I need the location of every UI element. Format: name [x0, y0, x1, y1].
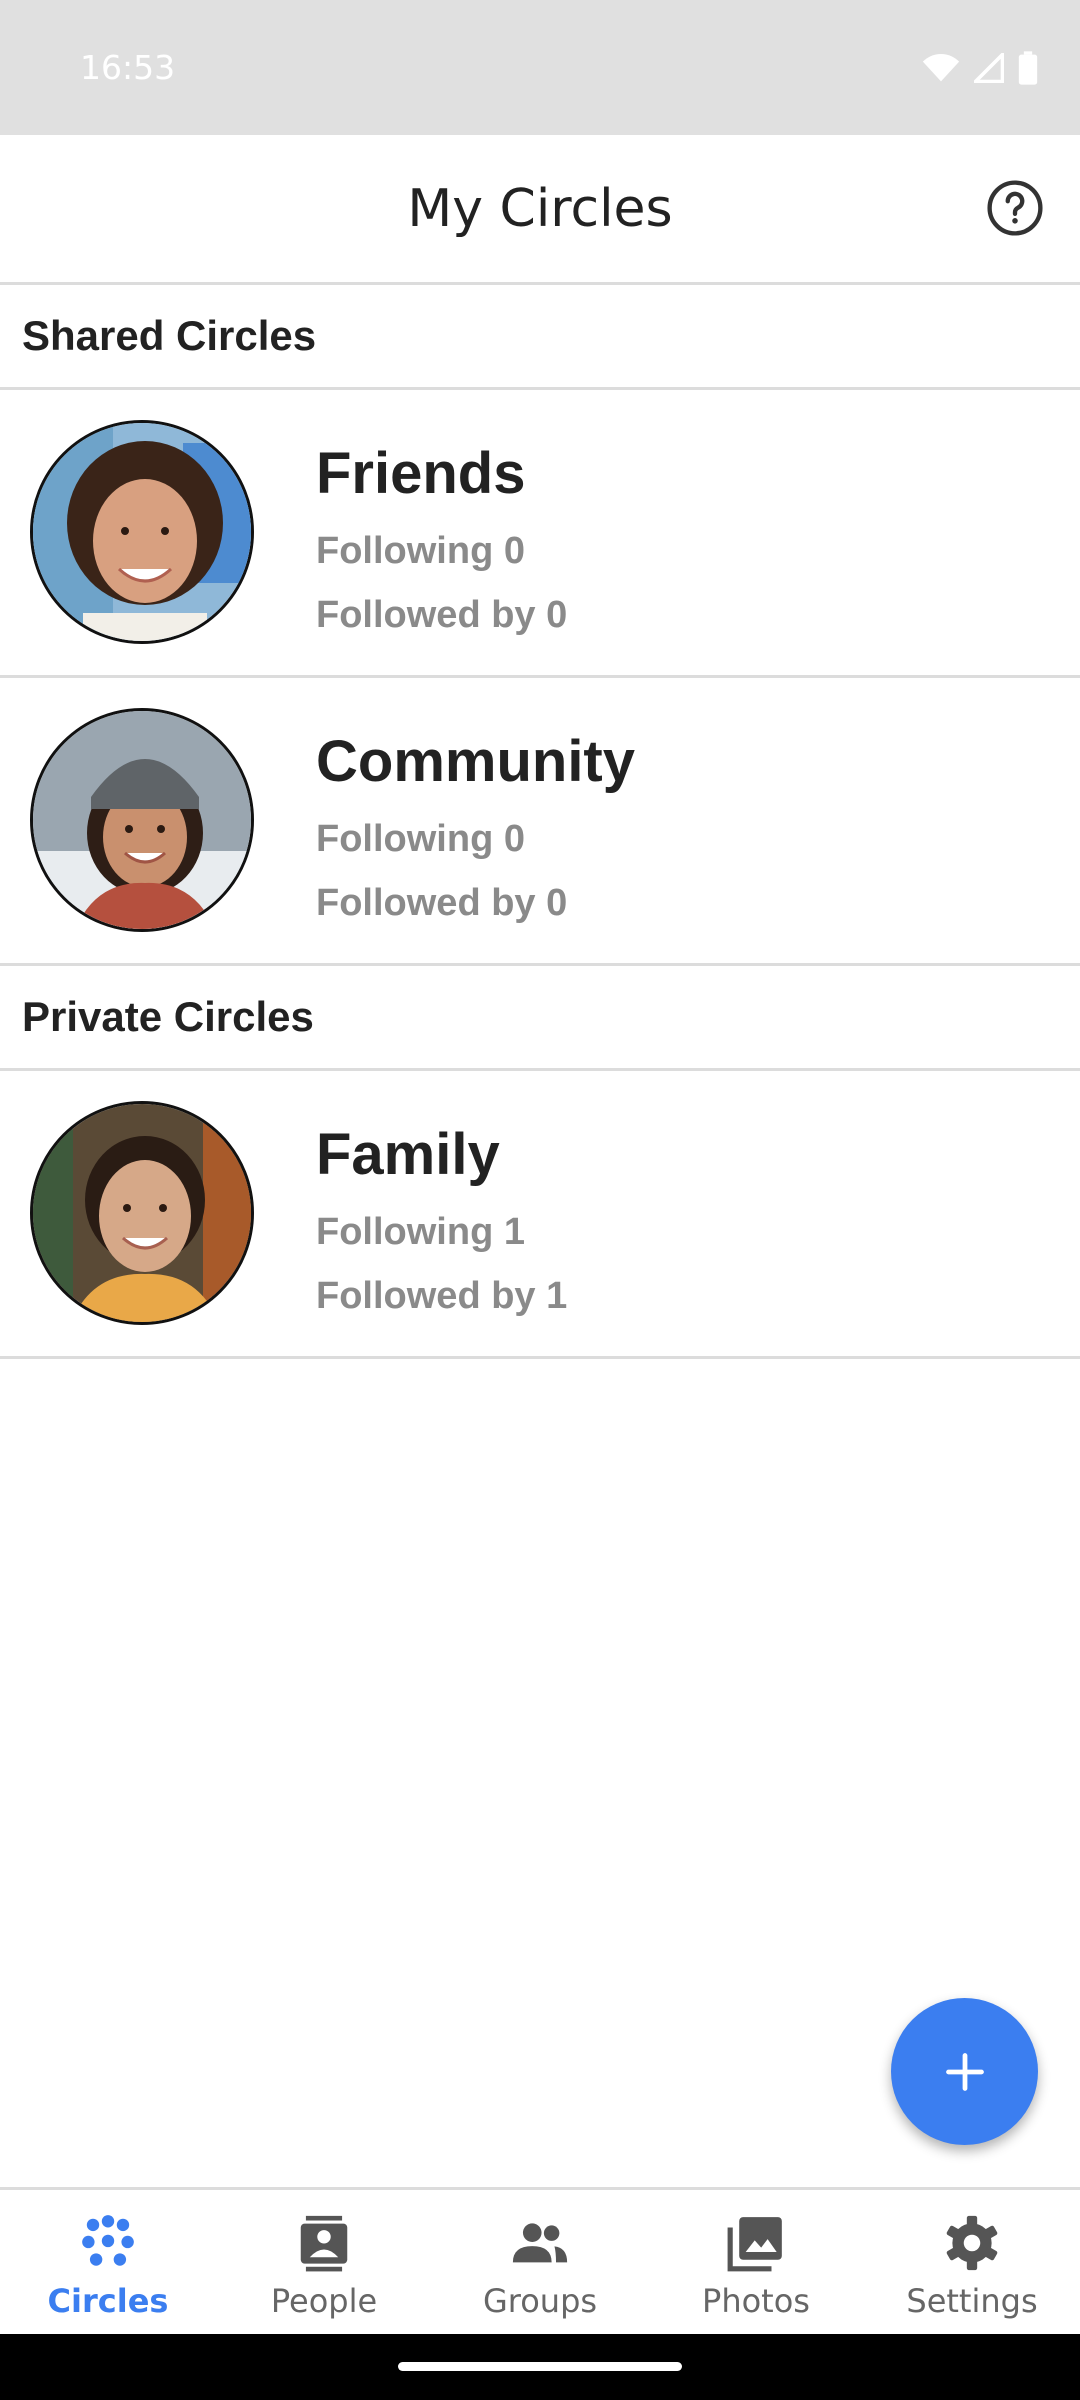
following-count: Following 0: [316, 818, 525, 860]
plus-icon: [945, 2052, 984, 2091]
app-bar: My Circles: [0, 135, 1080, 285]
bottom-nav: Circles People Groups Photos Settings: [0, 2187, 1080, 2334]
status-bar: 16:53: [0, 0, 1080, 135]
wifi-icon: [922, 53, 960, 81]
avatar: [30, 420, 254, 644]
circle-name: Community: [316, 729, 635, 794]
section-title: Private Circles: [22, 993, 314, 1040]
circle-name: Friends: [316, 441, 526, 506]
status-icons: [922, 50, 1038, 85]
section-header-shared: Shared Circles: [0, 285, 1080, 390]
avatar: [30, 708, 254, 932]
nav-label: Circles: [47, 2282, 169, 2320]
followed-by-count: Followed by 1: [316, 1275, 568, 1317]
gear-icon: [946, 2215, 998, 2271]
gesture-bar: [0, 2334, 1080, 2400]
circles-icon: [82, 2215, 134, 2266]
photos-icon: [727, 2217, 782, 2272]
followed-by-count: Followed by 0: [316, 882, 568, 924]
contact-icon: [300, 2215, 348, 2272]
status-time: 16:53: [80, 48, 176, 87]
nav-item-circles[interactable]: Circles: [0, 2190, 216, 2334]
following-count: Following 0: [316, 530, 525, 572]
section-title: Shared Circles: [22, 312, 317, 359]
nav-label: Photos: [702, 2282, 810, 2320]
avatar: [30, 1101, 254, 1325]
nav-label: People: [270, 2282, 378, 2320]
following-count: Following 1: [316, 1211, 525, 1253]
cellular-signal-icon: [974, 52, 1004, 83]
home-gesture-handle[interactable]: [398, 2362, 682, 2371]
groups-icon: [512, 2223, 568, 2263]
circle-item-family[interactable]: Family Following 1 Followed by 1: [0, 1071, 1080, 1359]
help-icon[interactable]: [986, 179, 1044, 237]
page-title: My Circles: [407, 178, 673, 239]
nav-item-groups[interactable]: Groups: [432, 2190, 648, 2334]
circle-item-community[interactable]: Community Following 0 Followed by 0: [0, 678, 1080, 966]
circle-name: Family: [316, 1122, 500, 1187]
section-header-private: Private Circles: [0, 966, 1080, 1071]
nav-label: Groups: [482, 2282, 598, 2320]
add-circle-button[interactable]: [891, 1998, 1038, 2145]
nav-item-people[interactable]: People: [216, 2190, 432, 2334]
followed-by-count: Followed by 0: [316, 594, 568, 636]
circle-item-friends[interactable]: Friends Following 0 Followed by 0: [0, 390, 1080, 678]
nav-item-settings[interactable]: Settings: [864, 2190, 1080, 2334]
battery-icon: [1018, 50, 1038, 85]
nav-label: Settings: [906, 2282, 1038, 2320]
nav-item-photos[interactable]: Photos: [648, 2190, 864, 2334]
